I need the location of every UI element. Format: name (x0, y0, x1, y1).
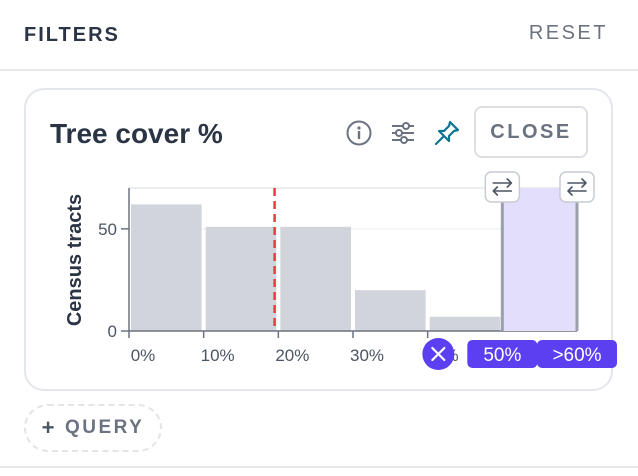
histogram-bar (429, 316, 501, 331)
histogram-bar (355, 290, 426, 331)
clear-selection-button[interactable] (422, 338, 455, 370)
swap-handle-box[interactable] (559, 171, 595, 203)
histogram-bar (205, 226, 277, 331)
selection-max-pill[interactable]: >60% (537, 340, 617, 368)
swap-handle[interactable] (559, 171, 595, 203)
swap-handle-box[interactable] (484, 171, 521, 203)
selection-min-pill[interactable]: 50% (467, 340, 538, 368)
y-axis-label: Census tracts (64, 194, 86, 326)
histogram-bar (280, 226, 351, 331)
plus-icon: + (41, 415, 57, 440)
query-label: QUERY (64, 417, 145, 438)
divider (0, 466, 638, 468)
x-tick-label: 30% (350, 346, 384, 365)
add-query-button[interactable]: + QUERY (24, 404, 162, 452)
selection-min-pill-text: 50% (483, 345, 521, 366)
x-tick-label: 0% (131, 346, 156, 365)
selection-max-pill-text: >60% (552, 345, 601, 366)
histogram-bar (131, 204, 202, 331)
x-tick-label: 10% (201, 346, 235, 365)
selection-range[interactable] (502, 188, 577, 331)
y-tick-label: 0 (108, 322, 117, 341)
x-tick-label: 20% (275, 346, 309, 365)
swap-handle[interactable] (484, 171, 521, 203)
y-tick-label: 50 (98, 220, 117, 239)
